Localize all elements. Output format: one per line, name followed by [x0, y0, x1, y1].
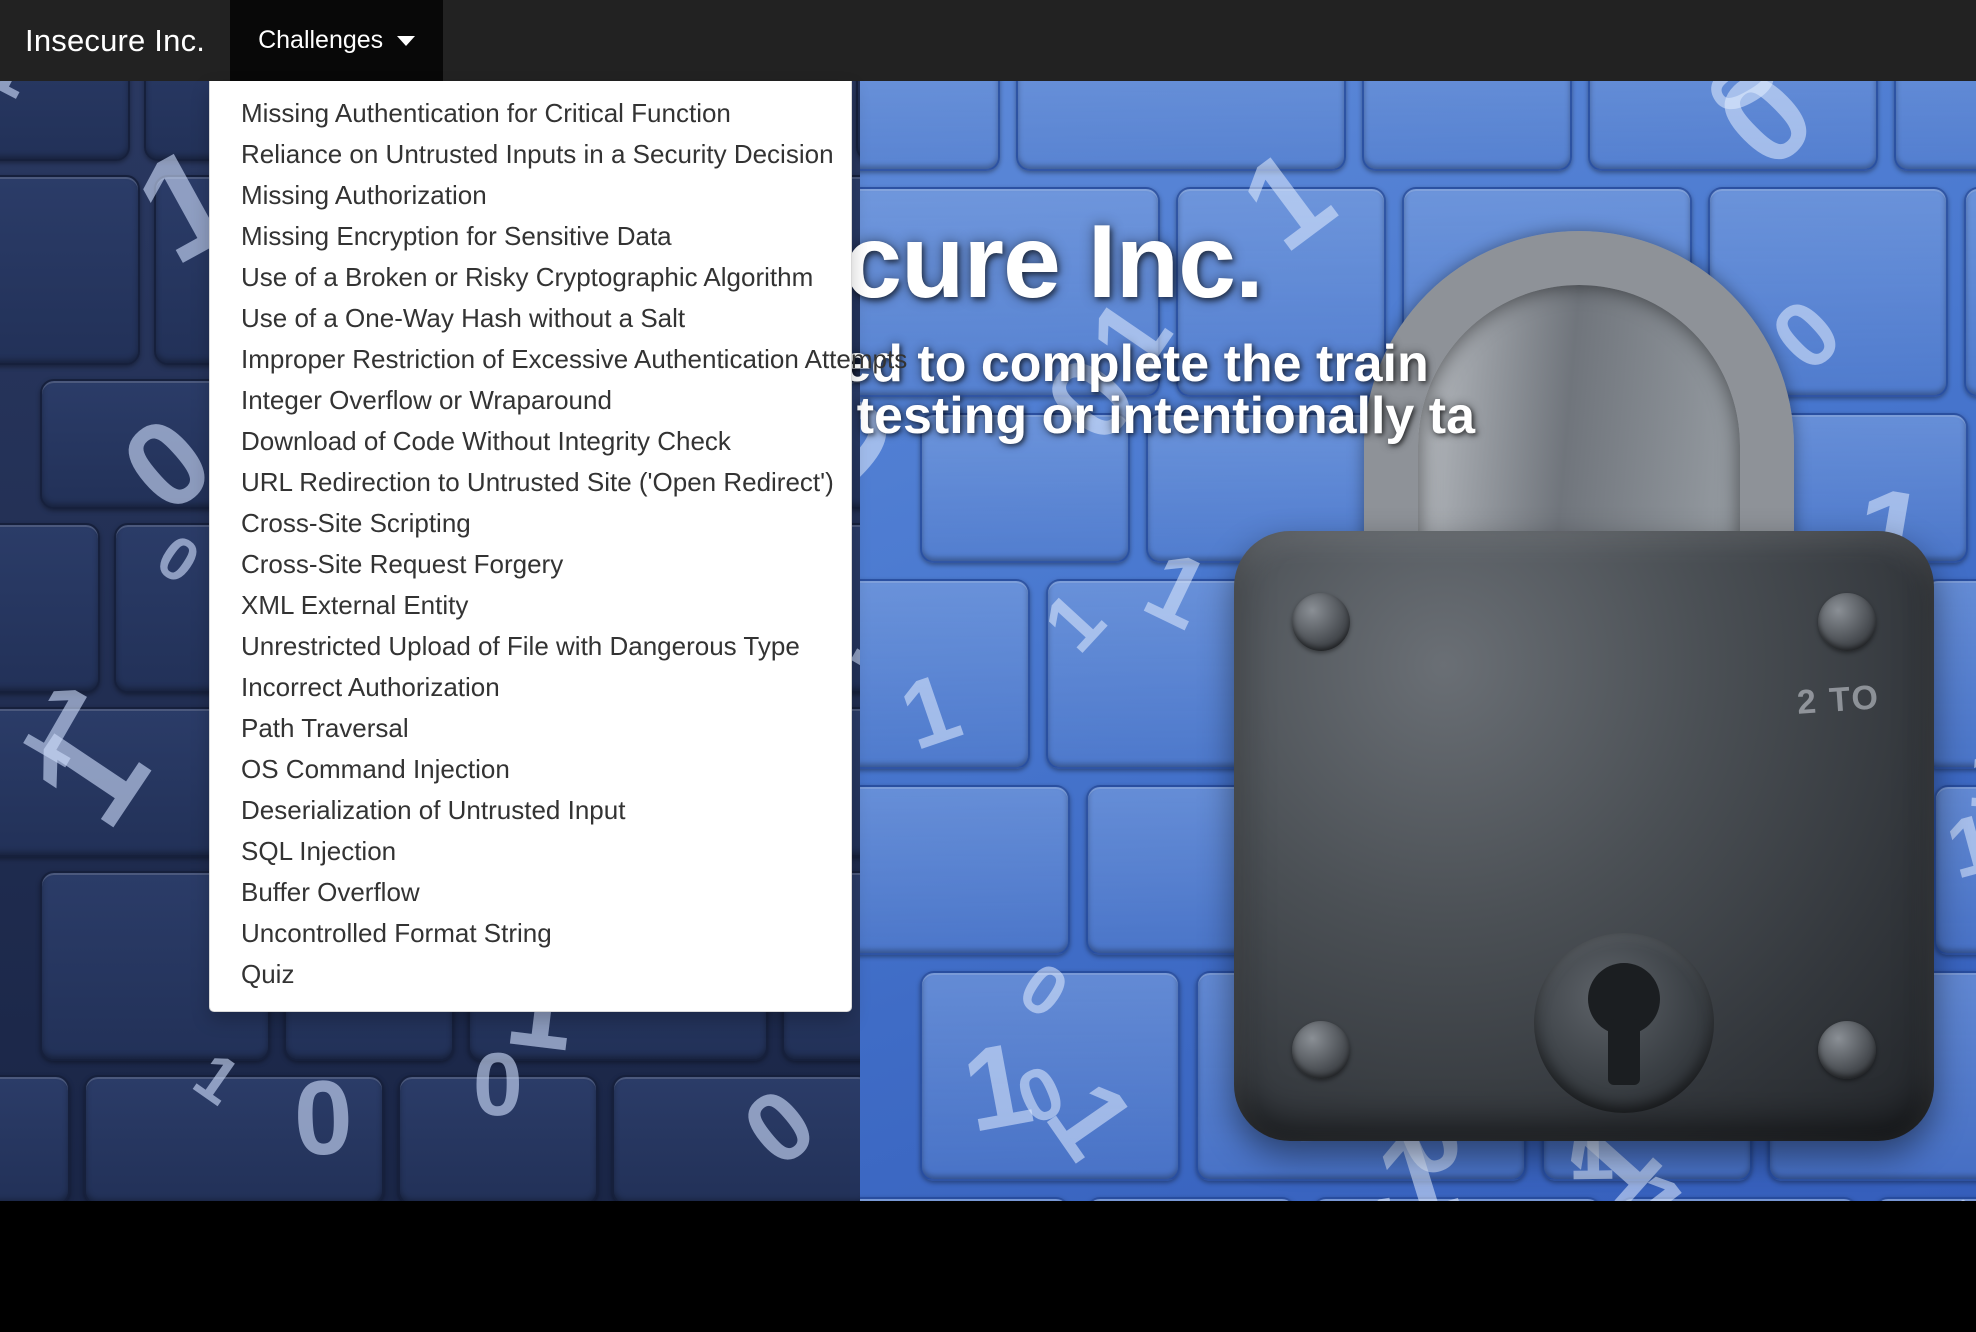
padlock-label: 2 TO [1795, 678, 1882, 722]
padlock-rivet [1292, 1021, 1350, 1079]
keyboard-key [1964, 187, 1976, 397]
menu-item[interactable]: Missing Encryption for Sensitive Data [210, 216, 851, 257]
menu-item[interactable]: Use of a One-Way Hash without a Salt [210, 298, 851, 339]
menu-item[interactable]: XML External Entity [210, 585, 851, 626]
keyboard-key [0, 175, 140, 365]
binary-digit: 0 [292, 1059, 355, 1178]
menu-item[interactable]: Uncontrolled Format String [210, 913, 851, 954]
keyboard-key [1362, 81, 1572, 171]
menu-item[interactable]: OS Command Injection [210, 749, 851, 790]
padlock-rivet [1818, 1021, 1876, 1079]
keyboard-key [0, 1075, 70, 1201]
binary-digit: 0 [1895, 1174, 1976, 1201]
menu-item[interactable]: Unrestricted Upload of File with Dangero… [210, 626, 851, 667]
menu-item[interactable]: Use of a Broken or Risky Cryptographic A… [210, 257, 851, 298]
menu-item[interactable]: Improper Restriction of Excessive Authen… [210, 339, 907, 380]
padlock-keyhole [1534, 933, 1714, 1113]
menu-item[interactable]: Incorrect Authorization [210, 667, 851, 708]
padlock-body: 2 TO [1234, 531, 1934, 1141]
menu-item[interactable]: Integer Overflow or Wraparound [210, 380, 851, 421]
brand-label: Insecure Inc. [25, 22, 206, 58]
menu-item[interactable]: Buffer Overflow [210, 872, 851, 913]
menu-item[interactable]: Cross-Site Scripting [210, 503, 851, 544]
menu-item[interactable]: Download of Code Without Integrity Check [210, 421, 851, 462]
keyboard-key [0, 523, 100, 693]
menu-item[interactable]: SQL Injection [210, 831, 851, 872]
padlock-rivet [1818, 593, 1876, 651]
menu-item[interactable]: Missing Authorization [210, 175, 851, 216]
keyboard-key [1894, 81, 1976, 171]
menu-item[interactable]: Path Traversal [210, 708, 851, 749]
menu-item[interactable]: Deserialization of Untrusted Input [210, 790, 851, 831]
menu-item[interactable]: Cross-Site Request Forgery [210, 544, 851, 585]
keyboard-key [860, 81, 1000, 171]
keyboard-key [860, 1197, 1070, 1201]
brand-logo[interactable]: Insecure Inc. [0, 0, 230, 81]
menu-item[interactable]: Quiz [210, 954, 851, 995]
chevron-down-icon [397, 35, 416, 46]
padlock-rivet [1292, 593, 1350, 651]
page-root: 00111000001100101011101110 1111011110011… [0, 0, 1976, 1332]
menu-item[interactable]: Missing Authentication for Critical Func… [210, 93, 851, 134]
menu-item[interactable]: Reliance on Untrusted Inputs in a Securi… [210, 134, 851, 175]
keyboard-key [1086, 1197, 1296, 1201]
keyboard-key [860, 785, 1070, 955]
challenges-dropdown-menu: Missing Authentication for Critical Func… [209, 81, 907, 1012]
nav-item-challenges[interactable]: Challenges [230, 0, 444, 81]
nav-item-challenges-label: Challenges [258, 26, 384, 54]
menu-item[interactable]: URL Redirection to Untrusted Site ('Open… [210, 462, 851, 503]
navbar: Insecure Inc. Challenges [0, 0, 1976, 81]
